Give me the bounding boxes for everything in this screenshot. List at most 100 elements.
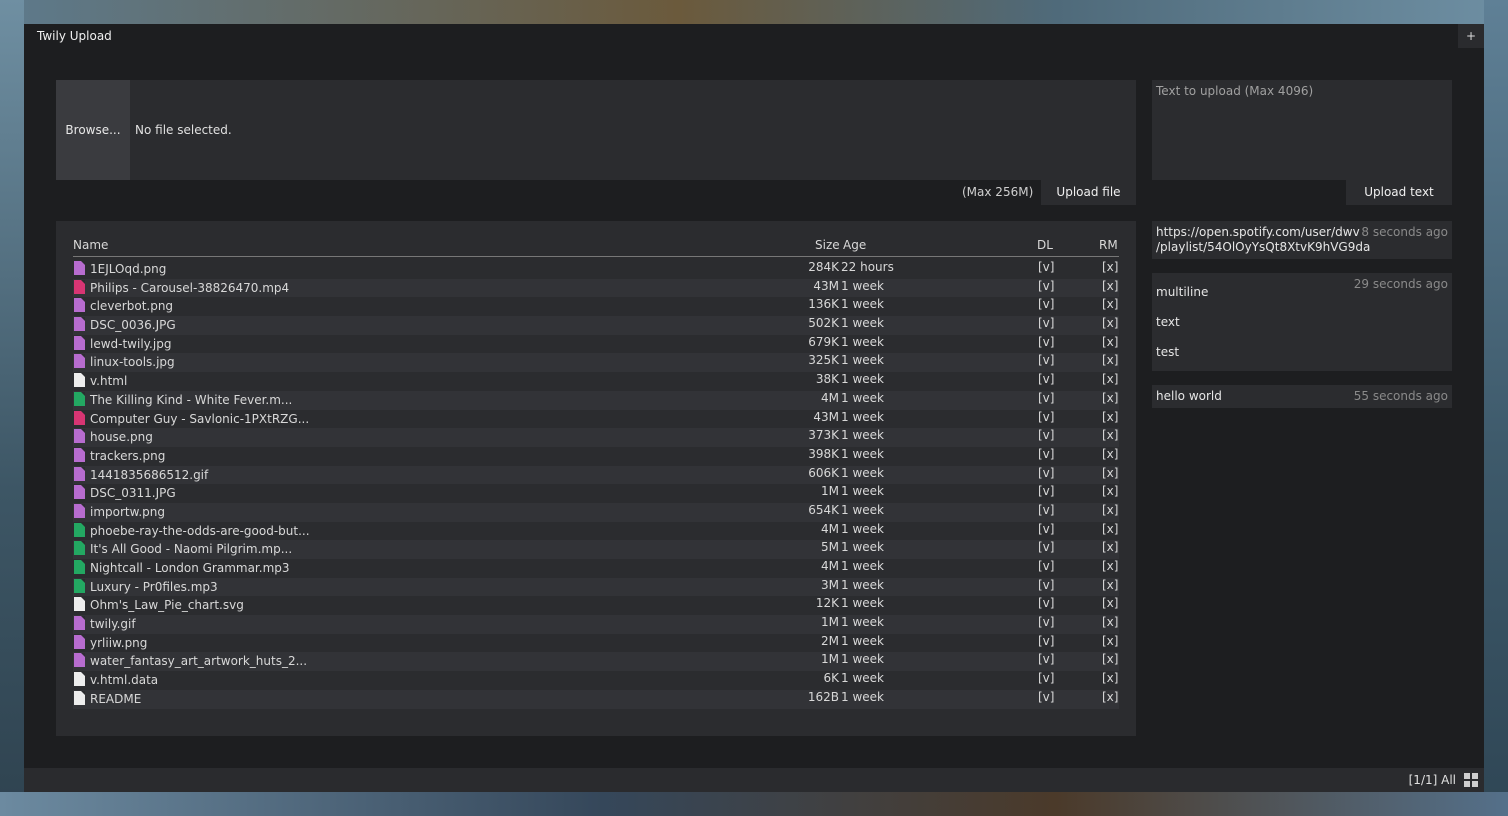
download-link[interactable]: [v]	[1038, 652, 1054, 666]
file-name-link[interactable]: README	[90, 692, 141, 706]
remove-link[interactable]: [x]	[1102, 466, 1118, 480]
download-link[interactable]: [v]	[1038, 559, 1054, 573]
download-link[interactable]: [v]	[1038, 690, 1054, 704]
window-title: Twily Upload	[37, 29, 112, 43]
file-table: Name Size Age DL RM 1EJLOqd.png 284K 22 ho…	[56, 221, 1136, 736]
file-size: 654K	[808, 502, 839, 517]
download-link[interactable]: [v]	[1038, 353, 1054, 367]
file-age: 1 week	[841, 484, 884, 499]
remove-link[interactable]: [x]	[1102, 391, 1118, 405]
remove-link[interactable]: [x]	[1102, 522, 1118, 536]
file-name-link[interactable]: Philips - Carousel-38826470.mp4	[90, 281, 289, 295]
upload-text-button[interactable]: Upload text	[1346, 180, 1452, 205]
remove-link[interactable]: [x]	[1102, 615, 1118, 629]
file-name-link[interactable]: Luxury - Pr0files.mp3	[90, 580, 218, 594]
remove-link[interactable]: [x]	[1102, 353, 1118, 367]
text-upload-input[interactable]: Text to upload (Max 4096)	[1152, 80, 1452, 180]
file-name-link[interactable]: water_fantasy_art_artwork_huts_2...	[90, 654, 307, 668]
file-name-link[interactable]: phoebe-ray-the-odds-are-good-but...	[90, 524, 310, 538]
header-age[interactable]: Age	[843, 238, 866, 252]
download-link[interactable]: [v]	[1038, 372, 1054, 386]
download-link[interactable]: [v]	[1038, 316, 1054, 330]
remove-link[interactable]: [x]	[1102, 428, 1118, 442]
max-size-label: (Max 256M)	[962, 185, 1034, 199]
download-link[interactable]: [v]	[1038, 540, 1054, 554]
download-link[interactable]: [v]	[1038, 503, 1054, 517]
remove-link[interactable]: [x]	[1102, 671, 1118, 685]
remove-link[interactable]: [x]	[1102, 372, 1118, 386]
remove-link[interactable]: [x]	[1102, 596, 1118, 610]
file-name-link[interactable]: The Killing Kind - White Fever.m...	[90, 393, 292, 407]
download-link[interactable]: [v]	[1038, 671, 1054, 685]
file-name-link[interactable]: DSC_0036.JPG	[90, 318, 176, 332]
file-age: 1 week	[841, 502, 884, 517]
file-name-link[interactable]: 1441835686512.gif	[90, 468, 208, 482]
download-link[interactable]: [v]	[1038, 596, 1054, 610]
file-age: 1 week	[841, 446, 884, 461]
paste-item[interactable]: hello world 55 seconds ago	[1152, 385, 1452, 408]
remove-link[interactable]: [x]	[1102, 652, 1118, 666]
file-size: 4M	[821, 559, 839, 573]
download-link[interactable]: [v]	[1038, 615, 1054, 629]
new-window-button[interactable]: +	[1458, 24, 1484, 48]
remove-link[interactable]: [x]	[1102, 484, 1118, 498]
remove-link[interactable]: [x]	[1102, 316, 1118, 330]
audio-file-icon	[74, 391, 85, 406]
remove-link[interactable]: [x]	[1102, 410, 1118, 424]
download-link[interactable]: [v]	[1038, 447, 1054, 461]
file-name-link[interactable]: linux-tools.jpg	[90, 355, 175, 369]
file-size: 12K	[815, 596, 839, 611]
remove-link[interactable]: [x]	[1102, 503, 1118, 517]
download-link[interactable]: [v]	[1038, 634, 1054, 648]
upload-file-button[interactable]: Upload file	[1041, 180, 1136, 205]
download-link[interactable]: [v]	[1038, 391, 1054, 405]
file-size: 398K	[808, 446, 839, 461]
remove-link[interactable]: [x]	[1102, 634, 1118, 648]
wallpaper-bottom	[0, 792, 1508, 816]
download-link[interactable]: [v]	[1038, 484, 1054, 498]
remove-link[interactable]: [x]	[1102, 690, 1118, 704]
file-name-link[interactable]: It's All Good - Naomi Pilgrim.mp...	[90, 542, 292, 556]
file-name-link[interactable]: house.png	[90, 430, 153, 444]
remove-link[interactable]: [x]	[1102, 540, 1118, 554]
file-age: 1 week	[841, 278, 884, 293]
remove-link[interactable]: [x]	[1102, 260, 1118, 274]
file-age: 1 week	[841, 372, 884, 387]
file-name-link[interactable]: cleverbot.png	[90, 299, 173, 313]
download-link[interactable]: [v]	[1038, 410, 1054, 424]
grid-layout-icon[interactable]	[1464, 773, 1478, 787]
download-link[interactable]: [v]	[1038, 279, 1054, 293]
file-name-link[interactable]: Ohm's_Law_Pie_chart.svg	[90, 598, 244, 612]
file-name-link[interactable]: 1EJLOqd.png	[90, 262, 166, 276]
file-name-link[interactable]: v.html.data	[90, 673, 158, 687]
remove-link[interactable]: [x]	[1102, 297, 1118, 311]
remove-link[interactable]: [x]	[1102, 559, 1118, 573]
file-name-link[interactable]: Computer Guy - Savlonic-1PXtRZG...	[90, 412, 309, 426]
download-link[interactable]: [v]	[1038, 428, 1054, 442]
paste-item[interactable]: multiline text test 29 seconds ago	[1152, 273, 1452, 371]
file-name-link[interactable]: twily.gif	[90, 617, 136, 631]
remove-link[interactable]: [x]	[1102, 578, 1118, 592]
file-name-link[interactable]: yrliiw.png	[90, 636, 147, 650]
download-link[interactable]: [v]	[1038, 578, 1054, 592]
file-name-link[interactable]: Nightcall - London Grammar.mp3	[90, 561, 290, 575]
file-name-link[interactable]: importw.png	[90, 505, 165, 519]
download-link[interactable]: [v]	[1038, 260, 1054, 274]
download-link[interactable]: [v]	[1038, 466, 1054, 480]
remove-link[interactable]: [x]	[1102, 447, 1118, 461]
browse-button[interactable]: Browse...	[56, 80, 130, 180]
download-link[interactable]: [v]	[1038, 522, 1054, 536]
file-name-link[interactable]: DSC_0311.JPG	[90, 486, 176, 500]
remove-link[interactable]: [x]	[1102, 335, 1118, 349]
file-name-link[interactable]: v.html	[90, 374, 127, 388]
download-link[interactable]: [v]	[1038, 297, 1054, 311]
header-name[interactable]: Name	[73, 238, 108, 252]
paste-item[interactable]: https://open.spotify.com/user/dwv /playl…	[1152, 221, 1452, 259]
file-name-link[interactable]: trackers.png	[90, 449, 165, 463]
header-size[interactable]: Size	[815, 238, 840, 252]
download-link[interactable]: [v]	[1038, 335, 1054, 349]
file-age: 1 week	[841, 671, 884, 686]
file-age: 1 week	[841, 390, 884, 405]
remove-link[interactable]: [x]	[1102, 279, 1118, 293]
file-name-link[interactable]: lewd-twily.jpg	[90, 337, 171, 351]
